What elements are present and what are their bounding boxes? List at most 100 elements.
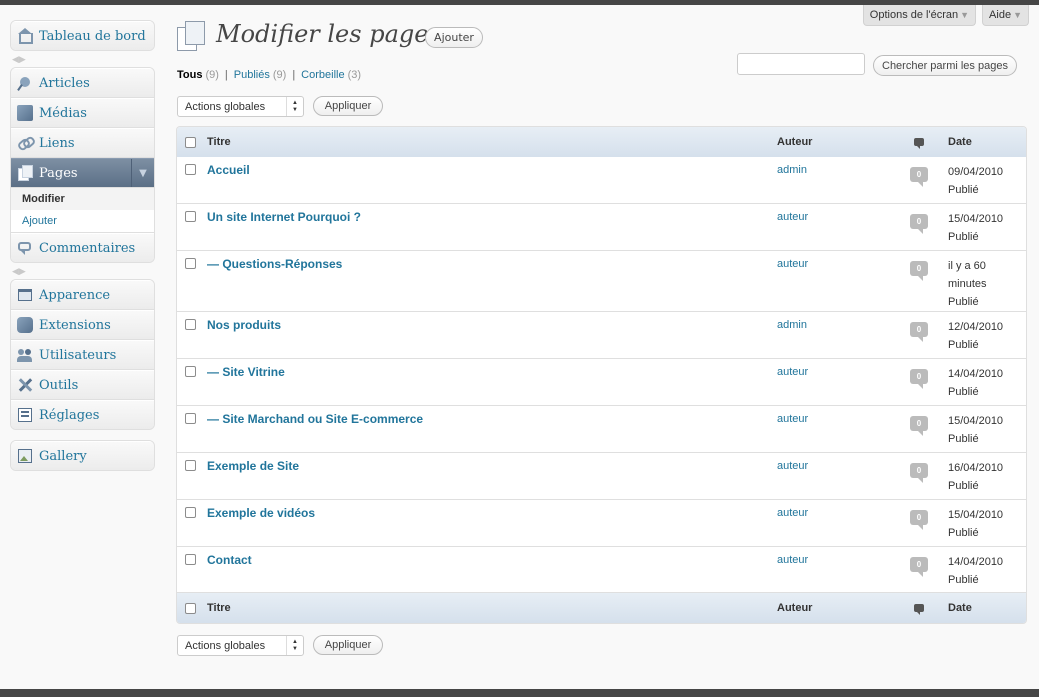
comment-count-bubble[interactable]: 0 — [910, 416, 928, 436]
add-new-button[interactable]: Ajouter — [425, 27, 483, 48]
sidebar-item-gallery[interactable]: Gallery — [11, 441, 154, 470]
apply-button-bottom[interactable]: Appliquer — [313, 635, 383, 655]
screen-options-label: Options de l'écran — [869, 9, 959, 21]
author-link[interactable]: auteur — [777, 366, 808, 378]
sidebar-item-pages[interactable]: Pages ▼ — [11, 158, 154, 187]
status-value: Publié — [948, 480, 979, 492]
row-checkbox[interactable] — [185, 164, 196, 175]
filter-trash-link[interactable]: Corbeille — [301, 69, 344, 81]
status-value: Publié — [948, 184, 979, 196]
screen-options-tab[interactable]: Options de l'écran ▼ — [862, 5, 977, 26]
page-title-link[interactable]: Exemple de vidéos — [207, 506, 315, 520]
column-comments[interactable] — [914, 127, 924, 157]
menu-separator[interactable]: ◀▶ — [10, 53, 155, 65]
row-checkbox[interactable] — [185, 366, 196, 377]
sidebar-item-users[interactable]: Utilisateurs — [11, 340, 154, 370]
sidebar-item-comments[interactable]: Commentaires — [11, 233, 154, 262]
filter-all-link[interactable]: Tous — [177, 69, 202, 81]
page-title-link[interactable]: Contact — [207, 553, 252, 567]
filter-published-link[interactable]: Publiés — [234, 69, 270, 81]
page-title-link[interactable]: Nos produits — [207, 318, 281, 332]
submenu-item-edit[interactable]: Modifier — [11, 188, 154, 210]
sidebar-item-dashboard[interactable]: Tableau de bord — [11, 21, 154, 50]
menu-group-gallery: Gallery — [10, 440, 155, 471]
column-date[interactable]: Date — [948, 127, 972, 157]
author-link[interactable]: auteur — [777, 413, 808, 425]
filter-trash-count: (3) — [347, 69, 362, 81]
chevron-down-icon[interactable]: ▼ — [131, 159, 154, 187]
author-link[interactable]: auteur — [777, 258, 808, 270]
comments-icon — [914, 604, 924, 615]
comment-count-bubble[interactable]: 0 — [910, 557, 928, 577]
sidebar-item-appearance[interactable]: Apparence — [11, 280, 154, 310]
filter-all-count: (9) — [205, 69, 219, 81]
row-checkbox[interactable] — [185, 211, 196, 222]
date-value: 12/04/2010 — [948, 321, 1004, 333]
sidebar-item-media[interactable]: Médias — [11, 98, 154, 128]
row-checkbox[interactable] — [185, 460, 196, 471]
column-author[interactable]: Auteur — [777, 127, 812, 157]
sidebar-item-tools[interactable]: Outils — [11, 370, 154, 400]
author-link[interactable]: admin — [777, 164, 807, 176]
help-tab[interactable]: Aide ▼ — [982, 5, 1029, 26]
menu-group-settings: Apparence Extensions Utilisateurs Outils… — [10, 279, 155, 430]
sidebar-item-label: Gallery — [39, 448, 87, 464]
sidebar-item-label: Pages — [39, 165, 78, 181]
settings-icon — [17, 407, 33, 423]
menu-separator[interactable]: ◀▶ — [10, 265, 155, 277]
date-cell: 15/04/2010 Publié — [948, 210, 1023, 246]
select-all-checkbox[interactable] — [185, 136, 196, 148]
search-input[interactable] — [737, 53, 865, 75]
author-link[interactable]: auteur — [777, 507, 808, 519]
date-value: 15/04/2010 — [948, 415, 1004, 427]
author-link[interactable]: auteur — [777, 211, 808, 223]
page-title-link[interactable]: Accueil — [207, 163, 250, 177]
author-link[interactable]: auteur — [777, 460, 808, 472]
page-title-link[interactable]: — Site Vitrine — [207, 365, 285, 379]
column-title[interactable]: Titre — [207, 127, 231, 157]
page-title-link[interactable]: — Site Marchand ou Site E-commerce — [207, 412, 423, 426]
author-link[interactable]: auteur — [777, 554, 808, 566]
status-value: Publié — [948, 296, 979, 308]
chevron-down-icon: ▼ — [1013, 10, 1022, 20]
row-checkbox[interactable] — [185, 554, 196, 565]
sidebar-item-plugins[interactable]: Extensions — [11, 310, 154, 340]
sidebar-item-settings[interactable]: Réglages — [11, 400, 154, 429]
column-title[interactable]: Titre — [207, 593, 231, 623]
comment-count-bubble[interactable]: 0 — [910, 463, 928, 483]
comment-count-bubble[interactable]: 0 — [910, 261, 928, 281]
apply-button-top[interactable]: Appliquer — [313, 96, 383, 116]
search-button[interactable]: Chercher parmi les pages — [873, 55, 1017, 76]
author-link[interactable]: admin — [777, 319, 807, 331]
select-arrows-icon: ▲ ▼ — [286, 636, 303, 655]
table-row: — Questions-Réponses auteur 0 il y a 60 min… — [177, 251, 1026, 312]
comment-count-bubble[interactable]: 0 — [910, 167, 928, 187]
row-checkbox[interactable] — [185, 413, 196, 424]
column-date[interactable]: Date — [948, 593, 972, 623]
page-title-link[interactable]: Exemple de Site — [207, 459, 299, 473]
comment-count-bubble[interactable]: 0 — [910, 510, 928, 530]
sidebar-item-articles[interactable]: Articles — [11, 68, 154, 98]
sidebar-item-links[interactable]: Liens — [11, 128, 154, 158]
row-checkbox[interactable] — [185, 507, 196, 518]
column-comments[interactable] — [914, 593, 924, 623]
page-title-link[interactable]: Un site Internet Pourquoi ? — [207, 210, 361, 224]
page-title-link[interactable]: — Questions-Réponses — [207, 257, 342, 271]
date-value: 14/04/2010 — [948, 556, 1004, 568]
submenu-label: Ajouter — [22, 215, 57, 227]
bulk-actions-label: Actions globales — [185, 100, 266, 113]
column-author[interactable]: Auteur — [777, 593, 812, 623]
date-cell: 14/04/2010 Publié — [948, 553, 1023, 589]
submenu-item-add[interactable]: Ajouter — [11, 210, 154, 232]
bulk-actions-select-top[interactable]: Actions globales ▲ ▼ — [177, 96, 304, 117]
select-all-checkbox[interactable] — [185, 602, 196, 614]
table-header: Titre Auteur Date — [177, 127, 1026, 158]
comment-count-bubble[interactable]: 0 — [910, 214, 928, 234]
link-icon — [16, 135, 37, 152]
gallery-icon — [17, 448, 33, 464]
bulk-actions-select-bottom[interactable]: Actions globales ▲ ▼ — [177, 635, 304, 656]
comment-count-bubble[interactable]: 0 — [910, 369, 928, 389]
row-checkbox[interactable] — [185, 319, 196, 330]
comment-count-bubble[interactable]: 0 — [910, 322, 928, 342]
row-checkbox[interactable] — [185, 258, 196, 269]
